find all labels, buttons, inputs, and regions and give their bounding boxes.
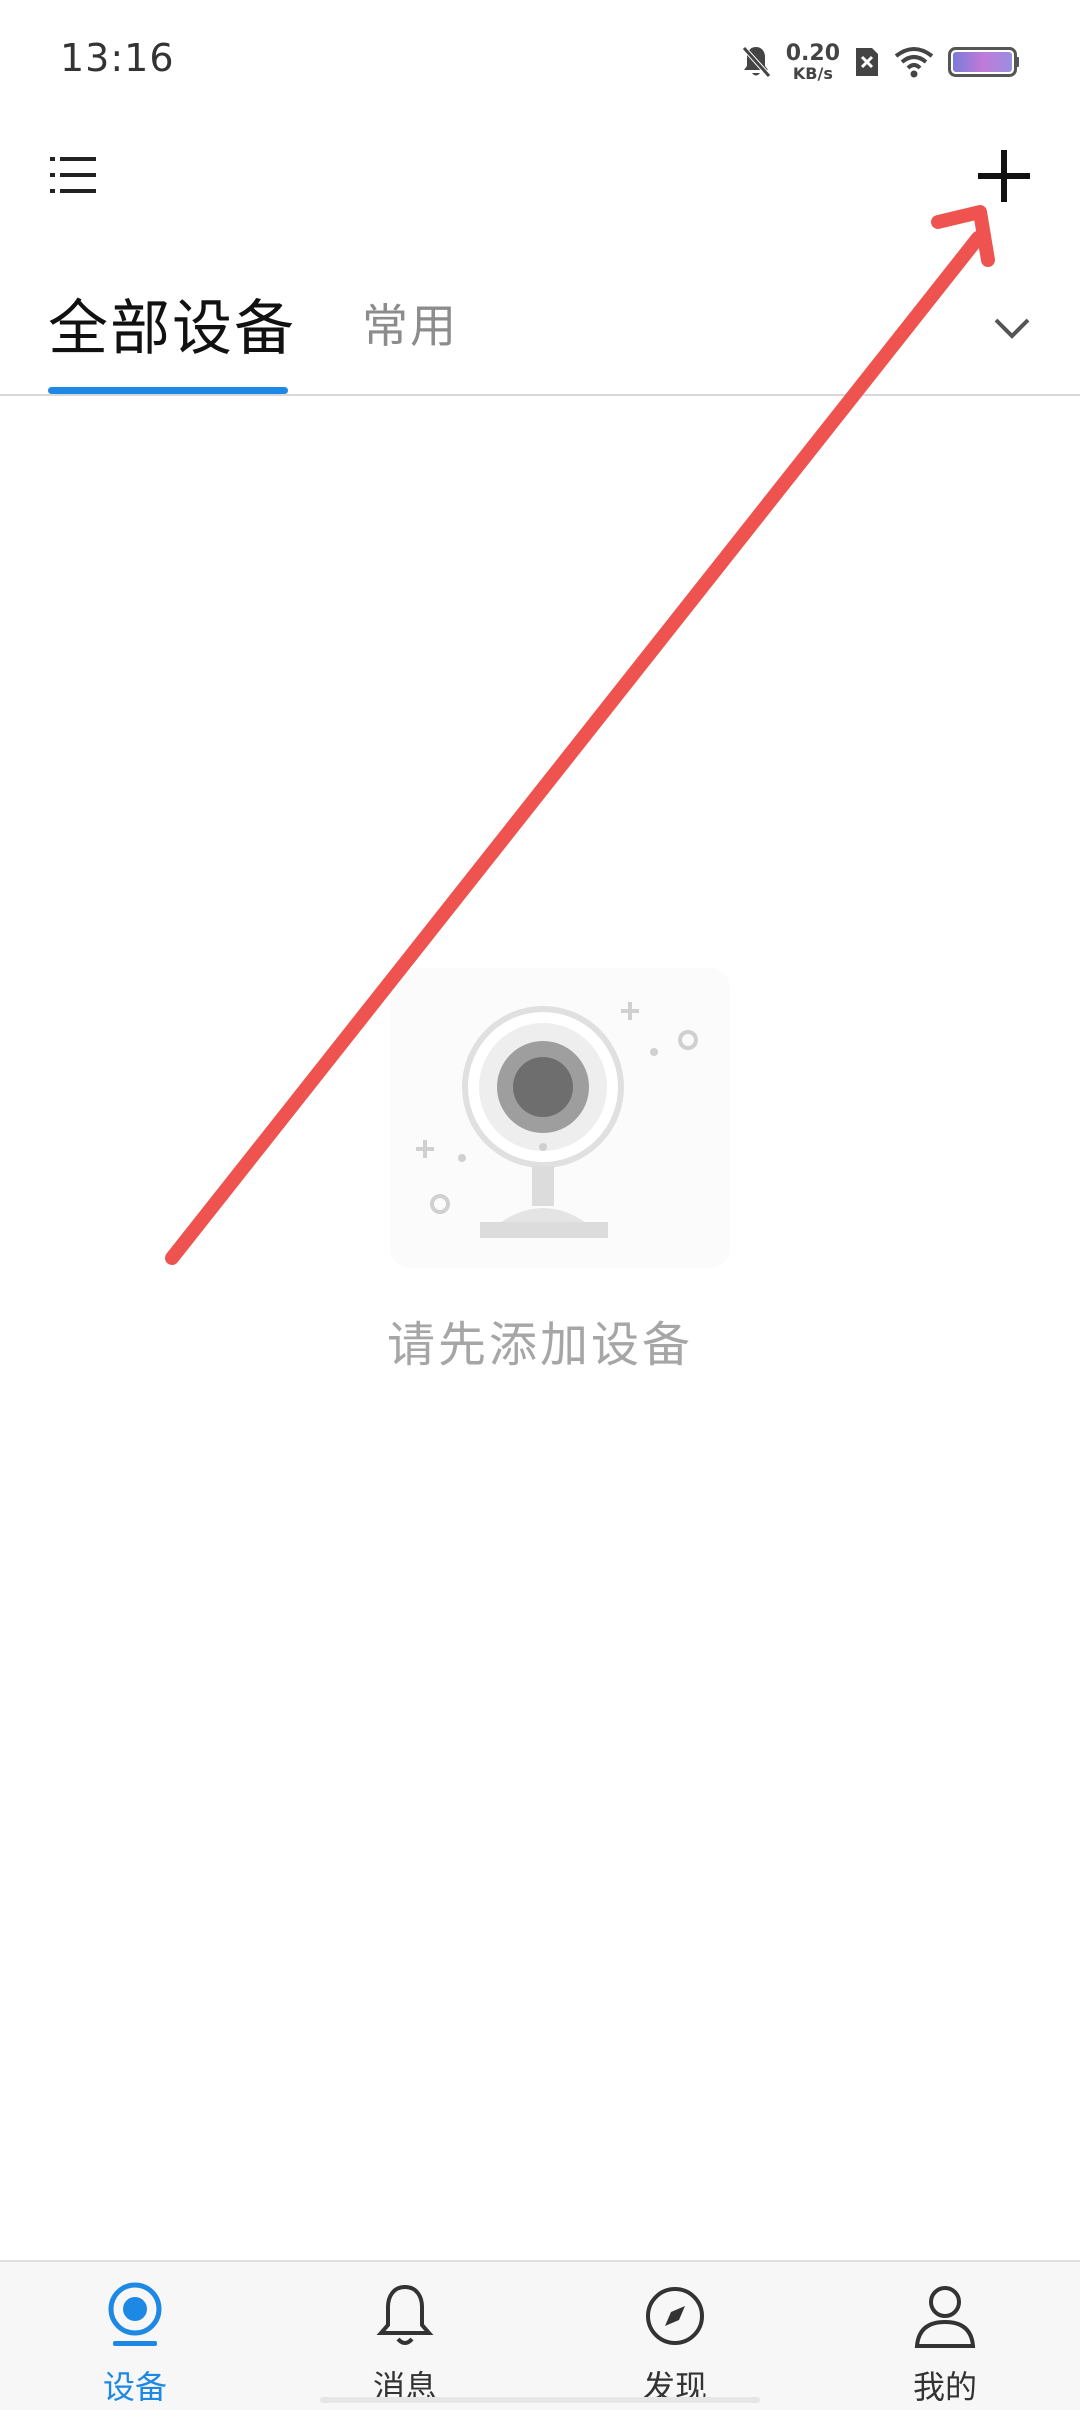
- bell-icon: [369, 2280, 441, 2352]
- tab-common[interactable]: 常用: [362, 290, 458, 356]
- compass-icon: [639, 2280, 711, 2352]
- device-tabs: 全部设备 常用: [0, 260, 1080, 396]
- sim-x-icon: [854, 46, 880, 82]
- nav-item-devices[interactable]: 设备: [0, 2262, 270, 2410]
- status-icons: 0.20 KB/s: [740, 40, 1020, 88]
- empty-state-illustration: [380, 960, 740, 1290]
- top-header: [0, 130, 1080, 230]
- net-speed-unit: KB/s: [792, 64, 833, 83]
- nav-item-messages[interactable]: 消息: [270, 2262, 540, 2410]
- status-time: 13:16: [60, 36, 175, 80]
- bottom-nav: 设备 消息 发现 我的: [0, 2260, 1080, 2410]
- add-device-button[interactable]: [968, 140, 1040, 212]
- chevron-down-icon: [984, 318, 1040, 360]
- person-icon: [909, 2280, 981, 2352]
- mute-bell-icon: [740, 44, 772, 84]
- plus-icon: [968, 150, 1040, 216]
- webcam-icon: [380, 968, 740, 1294]
- nav-label-me: 我的: [912, 2368, 977, 2406]
- tab-all-devices[interactable]: 全部设备: [48, 280, 296, 367]
- active-tab-indicator: [48, 387, 288, 394]
- menu-button[interactable]: [48, 152, 98, 202]
- status-bar: 13:16 0.20 KB/s: [0, 0, 1080, 130]
- list-menu-icon: [48, 155, 98, 199]
- nav-item-discover[interactable]: 发现: [540, 2262, 810, 2410]
- net-speed-value: 0.20: [785, 41, 840, 66]
- net-speed: 0.20 KB/s: [785, 41, 840, 84]
- wifi-icon: [894, 46, 934, 82]
- nav-label-devices: 设备: [102, 2368, 167, 2406]
- tab-dropdown-button[interactable]: [984, 300, 1040, 356]
- home-indicator: [320, 2397, 760, 2403]
- battery-icon: [948, 46, 1020, 82]
- nav-item-me[interactable]: 我的: [810, 2262, 1080, 2410]
- device-camera-icon: [99, 2280, 171, 2352]
- empty-state-message: 请先添加设备: [386, 1317, 693, 1373]
